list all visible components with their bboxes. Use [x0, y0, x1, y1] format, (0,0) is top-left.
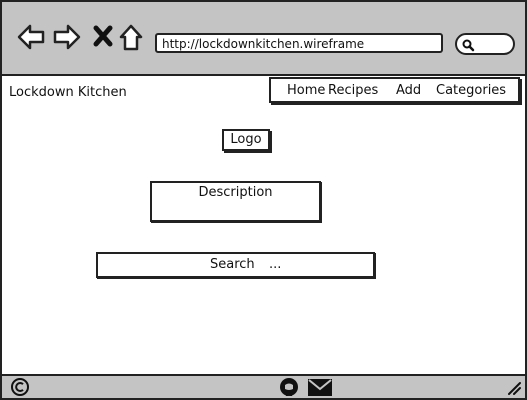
home-icon[interactable]	[118, 22, 148, 52]
description-placeholder: Description	[150, 181, 321, 222]
top-navigation: Home Recipes Add Categories	[269, 77, 520, 103]
github-icon[interactable]	[278, 377, 300, 397]
browser-window: http://lockdownkitchen.wireframe Lockdow…	[0, 0, 527, 400]
url-bar[interactable]: http://lockdownkitchen.wireframe	[155, 33, 443, 53]
search-label: Search	[210, 257, 255, 272]
logo-placeholder: Logo	[222, 129, 270, 151]
footer-bar	[2, 374, 525, 398]
copyright-icon	[11, 378, 29, 396]
url-text: http://lockdownkitchen.wireframe	[162, 37, 365, 51]
search-placeholder: ...	[269, 257, 282, 272]
resize-handle-icon[interactable]	[507, 381, 521, 395]
browser-search-field[interactable]	[455, 33, 515, 55]
nav-recipes[interactable]: Recipes	[328, 83, 378, 98]
search-icon	[462, 39, 475, 52]
browser-toolbar: http://lockdownkitchen.wireframe	[2, 2, 525, 76]
brand-title: Lockdown Kitchen	[9, 85, 127, 100]
nav-home[interactable]: Home	[287, 83, 325, 98]
close-icon[interactable]	[90, 22, 120, 52]
mail-icon[interactable]	[308, 379, 332, 396]
forward-arrow-icon[interactable]	[52, 22, 82, 52]
back-arrow-icon[interactable]	[16, 22, 46, 52]
nav-categories[interactable]: Categories	[436, 83, 506, 98]
nav-add[interactable]: Add	[396, 83, 421, 98]
search-input[interactable]: Search ...	[96, 252, 375, 278]
description-label: Description	[198, 185, 273, 200]
